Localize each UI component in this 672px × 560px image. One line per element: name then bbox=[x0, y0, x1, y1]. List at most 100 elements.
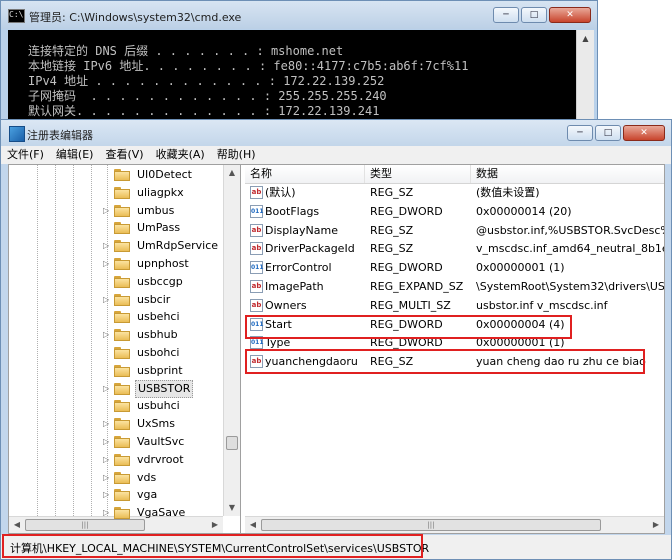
tree-item-label: usbuhci bbox=[137, 399, 180, 413]
value-row[interactable]: ab ImagePath REG_EXPAND_SZ \SystemRoot\Syst… bbox=[245, 278, 664, 296]
tree-expand-arrow-icon[interactable]: ▷ bbox=[103, 380, 111, 398]
tree-expand-arrow-icon[interactable]: ▷ bbox=[103, 433, 111, 451]
tree-item-label: VgaSave bbox=[137, 506, 186, 520]
list-horizontal-scrollbar[interactable]: ◀ ||| ▶ bbox=[245, 516, 664, 533]
regedit-close-button[interactable]: ✕ bbox=[623, 125, 665, 141]
tree-expand-arrow-icon[interactable]: ▷ bbox=[103, 255, 111, 273]
value-row[interactable]: ab DisplayName REG_SZ @usbstor.inf,%USBSTOR… bbox=[245, 222, 664, 240]
regedit-maximize-button[interactable]: □ bbox=[595, 125, 621, 141]
folder-body bbox=[114, 224, 130, 235]
tree-item[interactable]: ▷ vdrvroot bbox=[9, 451, 223, 469]
cmd-close-button[interactable]: ✕ bbox=[549, 7, 591, 23]
value-data: usbstor.inf v_mscdsc.inf bbox=[476, 298, 608, 312]
value-name: DriverPackageId bbox=[265, 242, 355, 256]
folder-icon bbox=[114, 204, 130, 217]
tree-item[interactable]: usbprint bbox=[9, 362, 223, 380]
tree-expand-arrow-icon[interactable]: ▷ bbox=[103, 486, 111, 504]
tree-item[interactable]: ▷ USBSTOR bbox=[9, 379, 223, 398]
highlight-box-start bbox=[245, 315, 572, 339]
tree-item[interactable]: ▷ upnphost bbox=[9, 255, 223, 273]
tree-item-label: UI0Detect bbox=[137, 168, 192, 181]
highlight-box-status-path bbox=[2, 534, 423, 558]
regedit-title-bar[interactable]: 注册表编辑器 ─ □ ✕ bbox=[1, 120, 671, 146]
value-row[interactable]: 011 ErrorControl REG_DWORD 0x00000001 (1) bbox=[245, 259, 664, 277]
cmd-minimize-button[interactable]: ─ bbox=[493, 7, 519, 23]
menu-favorites[interactable]: 收藏夹(A) bbox=[150, 146, 211, 164]
column-header-type[interactable]: 类型 bbox=[365, 165, 471, 183]
menu-help[interactable]: 帮助(H) bbox=[211, 146, 262, 164]
value-row[interactable]: ab DriverPackageId REG_SZ v_mscdsc.inf_amd6… bbox=[245, 240, 664, 258]
regedit-minimize-button[interactable]: ─ bbox=[567, 125, 593, 141]
folder-body bbox=[114, 402, 130, 413]
list-header: 名称 类型 数据 bbox=[245, 165, 664, 184]
tree-item[interactable]: ▷ vga bbox=[9, 486, 223, 504]
scroll-up-arrow-icon[interactable]: ▲ bbox=[224, 165, 240, 181]
tree-item-label: vds bbox=[137, 470, 157, 484]
tree-expand-arrow-icon[interactable]: ▷ bbox=[103, 202, 111, 220]
folder-body bbox=[114, 455, 130, 466]
menu-view[interactable]: 查看(V) bbox=[99, 146, 149, 164]
cmd-console-output[interactable]: 连接特定的 DNS 后缀 . . . . . . . : mshome.net … bbox=[8, 30, 576, 130]
menu-edit[interactable]: 编辑(E) bbox=[50, 146, 100, 164]
column-header-name[interactable]: 名称 bbox=[245, 165, 365, 183]
tree-item[interactable]: ▷ usbcir bbox=[9, 291, 223, 309]
tree-expand-arrow-icon[interactable]: ▷ bbox=[103, 291, 111, 309]
tree-item[interactable]: UmPass bbox=[9, 219, 223, 237]
cmd-window[interactable]: C:\ 管理员: C:\Windows\system32\cmd.exe ─ □… bbox=[0, 0, 598, 130]
column-header-data[interactable]: 数据 bbox=[471, 165, 664, 183]
tree-item[interactable]: ▷ UmRdpService bbox=[9, 237, 223, 255]
tree-item[interactable]: usbehci bbox=[9, 308, 223, 326]
menu-file[interactable]: 文件(F) bbox=[1, 146, 50, 164]
registry-key-tree[interactable]: ▲ ▼ ◀ ||| ▶ UI0Detect uliagpkx ▷ umbus UmPas… bbox=[9, 165, 241, 533]
tree-item[interactable]: UI0Detect bbox=[9, 166, 223, 184]
cmd-vertical-scrollbar[interactable]: ▲ bbox=[576, 30, 594, 130]
folder-icon bbox=[114, 436, 130, 448]
tree-item[interactable]: ▷ VaultSvc bbox=[9, 433, 223, 451]
tree-item[interactable]: uliagpkx bbox=[9, 184, 223, 202]
value-name: BootFlags bbox=[265, 204, 320, 218]
value-type: REG_SZ bbox=[370, 186, 414, 199]
value-name: DisplayName bbox=[265, 223, 338, 237]
tree-item-label: uliagpkx bbox=[137, 185, 184, 199]
regedit-window-title: 注册表编辑器 bbox=[27, 129, 93, 142]
folder-body bbox=[114, 366, 130, 377]
tree-item[interactable]: usbuhci bbox=[9, 397, 223, 415]
tree-item[interactable]: ▷ usbhub bbox=[9, 326, 223, 344]
tree-item[interactable]: usbccgp bbox=[9, 273, 223, 291]
tree-expand-arrow-icon[interactable]: ▷ bbox=[103, 326, 111, 344]
tree-expand-arrow-icon[interactable]: ▷ bbox=[103, 237, 111, 255]
value-row[interactable]: ab Owners REG_MULTI_SZ usbstor.inf v_mscdsc… bbox=[245, 297, 664, 315]
folder-body bbox=[114, 384, 130, 395]
value-row[interactable]: 011 BootFlags REG_DWORD 0x00000014 (20) bbox=[245, 203, 664, 221]
tree-item[interactable]: usbohci bbox=[9, 344, 223, 362]
tree-expand-arrow-icon[interactable]: ▷ bbox=[103, 504, 111, 522]
folder-body bbox=[114, 420, 130, 431]
tree-item[interactable]: ▷ VgaSave bbox=[9, 504, 223, 522]
cmd-title-bar[interactable]: C:\ 管理员: C:\Windows\system32\cmd.exe ─ □… bbox=[1, 1, 597, 29]
regedit-window[interactable]: 注册表编辑器 ─ □ ✕ 文件(F) 编辑(E) 查看(V) 收藏夹(A) 帮助… bbox=[0, 119, 672, 560]
tree-expand-arrow-icon[interactable]: ▷ bbox=[103, 469, 111, 487]
folder-body bbox=[114, 491, 130, 502]
tree-scroll-thumb[interactable] bbox=[226, 436, 238, 450]
scroll-up-arrow-icon[interactable]: ▲ bbox=[577, 30, 594, 47]
tree-vertical-scrollbar[interactable]: ▲ ▼ bbox=[223, 165, 240, 516]
folder-body bbox=[114, 438, 130, 448]
folder-icon bbox=[114, 275, 130, 288]
tree-item-label: USBSTOR bbox=[135, 379, 194, 398]
value-data: 0x00000001 (1) bbox=[476, 261, 565, 275]
cmd-maximize-button[interactable]: □ bbox=[521, 7, 547, 23]
value-row[interactable]: ab (默认) REG_SZ (数值未设置) bbox=[245, 184, 664, 202]
list-hscroll-thumb[interactable]: ||| bbox=[261, 519, 601, 531]
string-value-icon: ab bbox=[250, 298, 263, 312]
tree-expand-arrow-icon[interactable]: ▷ bbox=[103, 415, 111, 433]
scroll-right-arrow-icon[interactable]: ▶ bbox=[648, 517, 664, 533]
tree-item[interactable]: ▷ umbus bbox=[9, 202, 223, 220]
tree-item[interactable]: ▷ vds bbox=[9, 469, 223, 487]
tree-expand-arrow-icon[interactable]: ▷ bbox=[103, 451, 111, 469]
scroll-left-arrow-icon[interactable]: ◀ bbox=[245, 517, 261, 533]
folder-body bbox=[114, 473, 130, 484]
tree-item[interactable]: ▷ UxSms bbox=[9, 415, 223, 433]
tree-item-label: UxSms bbox=[137, 417, 175, 431]
value-data: (数值未设置) bbox=[476, 186, 540, 199]
scroll-down-arrow-icon[interactable]: ▼ bbox=[224, 500, 240, 516]
